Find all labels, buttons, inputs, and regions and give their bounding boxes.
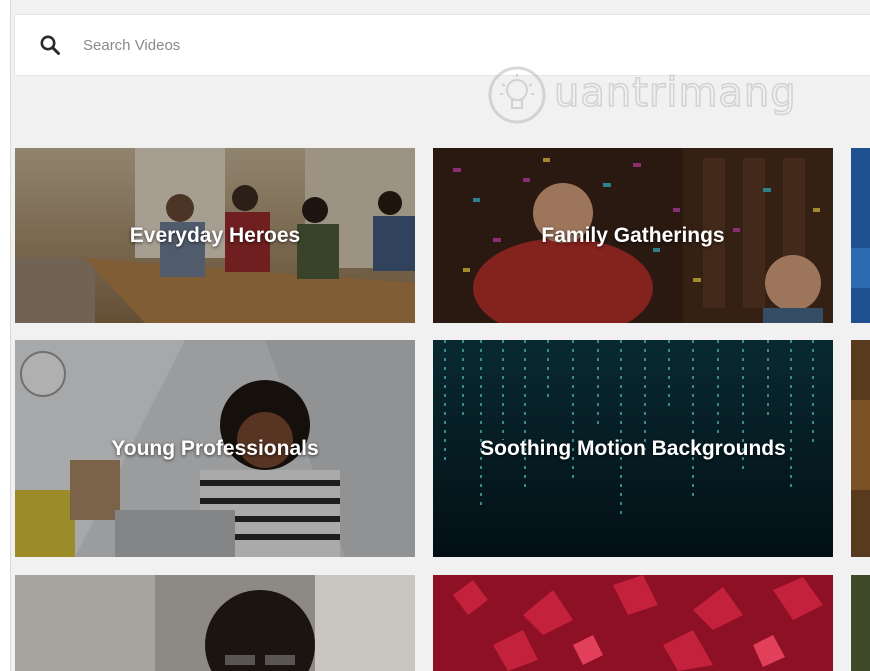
red-leaves-thumbnail <box>433 575 833 671</box>
category-tile-partial[interactable] <box>851 340 870 557</box>
category-tile-soothing-motion-backgrounds[interactable]: Soothing Motion Backgrounds <box>433 340 833 557</box>
category-tile-family-gatherings[interactable]: Family Gatherings <box>433 148 833 323</box>
partial-thumbnail <box>851 575 870 671</box>
watermark-text: uantrimang <box>553 69 797 117</box>
lightbulb-icon <box>488 66 546 124</box>
category-label: Everyday Heroes <box>129 223 301 247</box>
category-tile-portrait[interactable] <box>15 575 415 671</box>
category-label: Soothing Motion Backgrounds <box>480 436 786 460</box>
video-browser: uantrimang Everyday Heroes <box>0 0 870 671</box>
category-label: Family Gatherings <box>541 223 725 247</box>
category-tile-autumn[interactable] <box>433 575 833 671</box>
partial-thumbnail <box>851 148 870 323</box>
category-label: Young Professionals <box>111 436 319 460</box>
category-tile-partial[interactable] <box>851 575 870 671</box>
search-input[interactable] <box>83 29 683 61</box>
search-icon[interactable] <box>39 34 61 56</box>
partial-thumbnail <box>851 340 870 557</box>
window-edge <box>0 0 11 671</box>
category-tile-young-professionals[interactable]: Young Professionals <box>15 340 415 557</box>
category-tile-everyday-heroes[interactable]: Everyday Heroes <box>15 148 415 323</box>
portrait-thumbnail <box>15 575 415 671</box>
category-tile-partial[interactable] <box>851 148 870 323</box>
watermark: uantrimang <box>484 62 824 132</box>
